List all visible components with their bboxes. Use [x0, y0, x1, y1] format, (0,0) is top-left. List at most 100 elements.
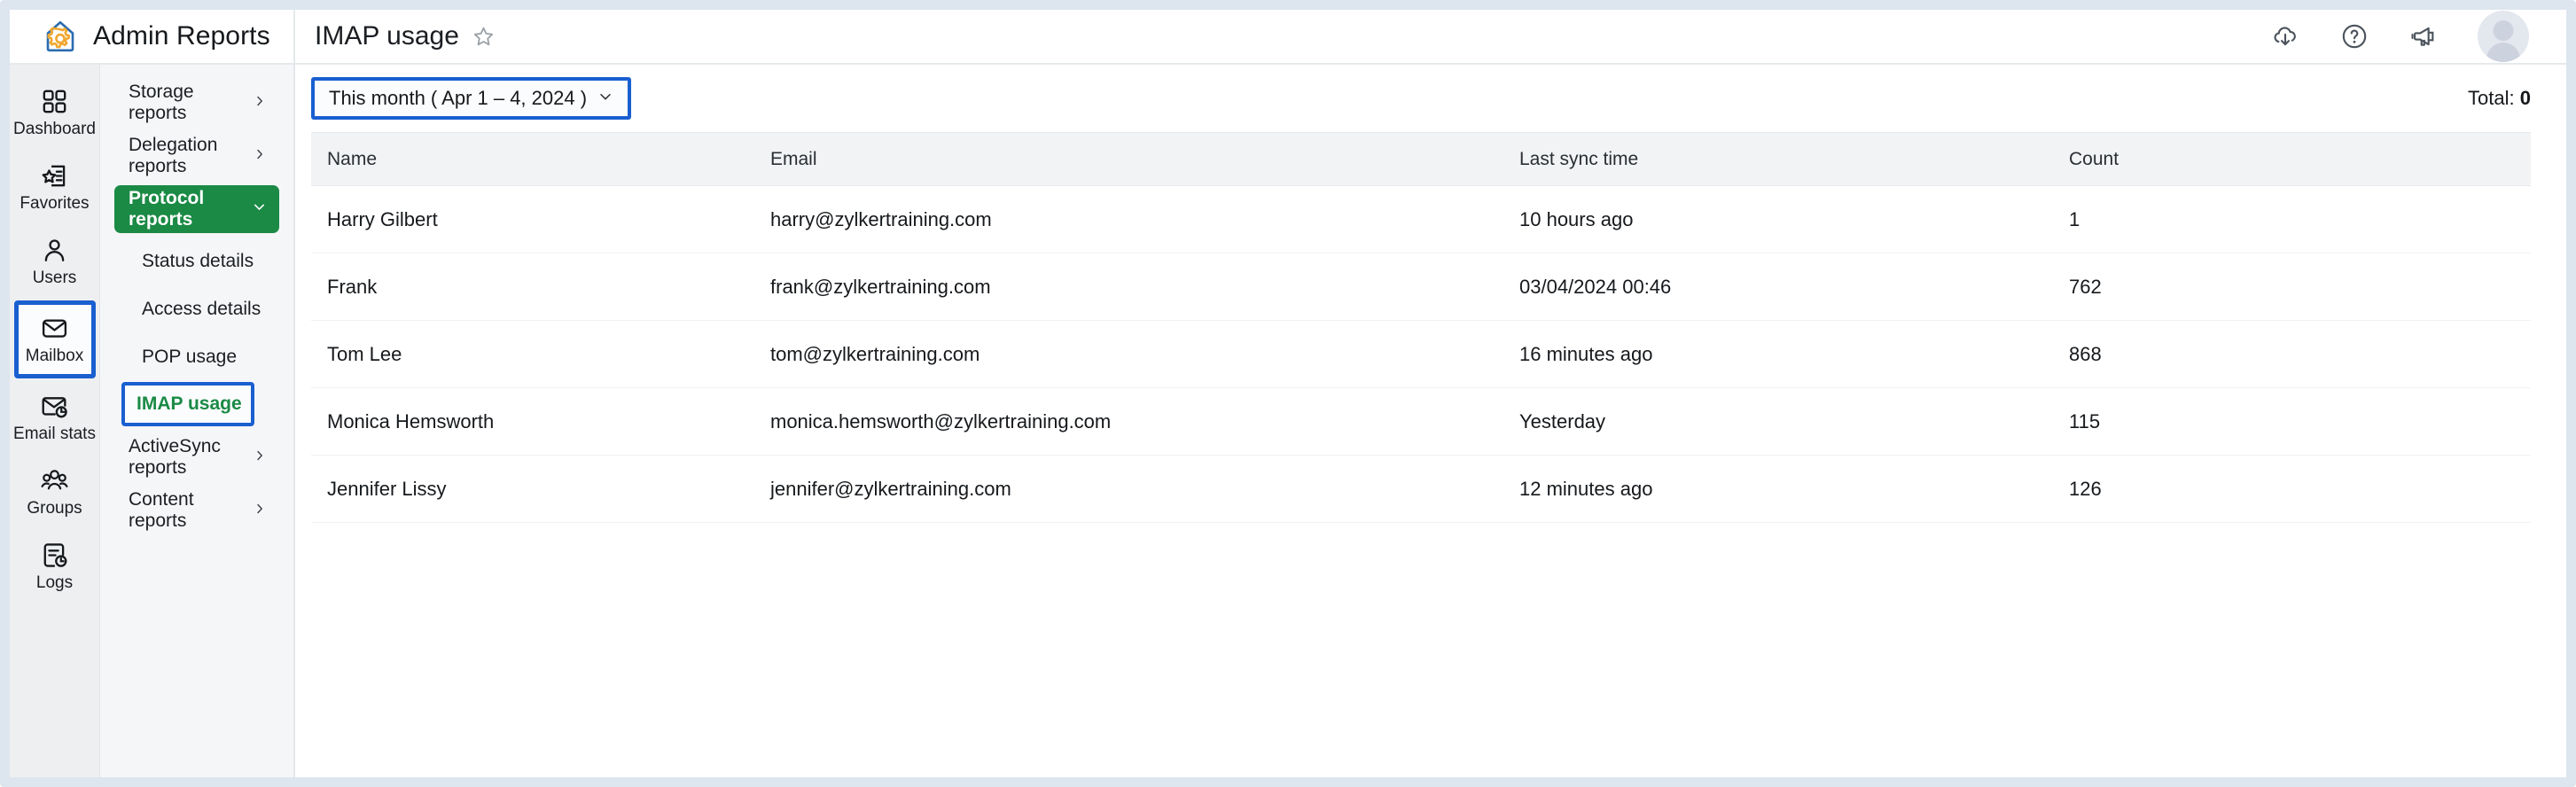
house-gear-logo-icon: [42, 18, 79, 55]
chevron-right-icon: [253, 500, 267, 521]
cell-name: Harry Gilbert: [311, 185, 754, 253]
cell-count: 115: [2053, 387, 2531, 456]
sidebar-item-label: Users: [32, 268, 77, 287]
cell-count: 126: [2053, 455, 2531, 523]
reports-nav: Storage reports Delegation reports Proto…: [100, 65, 295, 777]
cloud-download-icon[interactable]: [2270, 21, 2300, 51]
sidebar-item-label: Dashboard: [13, 119, 96, 138]
date-range-label: This month ( Apr 1 – 4, 2024 ): [329, 87, 588, 109]
column-header-email[interactable]: Email: [754, 132, 1503, 186]
cell-email: tom@zylkertraining.com: [754, 320, 1503, 388]
cell-count: 868: [2053, 320, 2531, 388]
nav-group-label: ActiveSync reports: [129, 436, 221, 478]
nav-item-access-details[interactable]: Access details: [114, 286, 279, 332]
sidebar-item-label: Logs: [35, 573, 74, 592]
icon-rail: Dashboard Favorites Users Mailbox Email …: [10, 65, 100, 777]
nav-group-label: Delegation reports: [129, 135, 218, 176]
sidebar-item-label: Mailbox: [25, 346, 84, 365]
sidebar-item-logs[interactable]: Logs: [14, 531, 96, 602]
nav-group-label: Content reports: [129, 489, 194, 531]
nav-group-content-reports[interactable]: Content reports: [114, 487, 279, 534]
browser-frame: Admin Reports IMAP usage Dashboard Favor…: [0, 0, 2576, 787]
column-header-count[interactable]: Count: [2053, 132, 2531, 186]
date-range-filter[interactable]: This month ( Apr 1 – 4, 2024 ): [311, 77, 632, 120]
table-row[interactable]: Harry Gilbert harry@zylkertraining.com 1…: [311, 185, 2531, 253]
sidebar-item-favorites[interactable]: Favorites: [14, 152, 96, 222]
user-icon: [40, 236, 69, 265]
chevron-right-icon: [253, 447, 267, 468]
envelope-icon: [40, 314, 69, 343]
page-title: IMAP usage: [315, 21, 459, 51]
table-header: Name Email Last sync time Count: [311, 132, 2531, 186]
cell-last-sync: Yesterday: [1503, 387, 2053, 456]
report-toolbar: This month ( Apr 1 – 4, 2024 ) Total: 0: [295, 65, 2566, 132]
imap-usage-table-wrap: Name Email Last sync time Count Harry Gi…: [295, 132, 2566, 523]
total-label: Total:: [2468, 87, 2515, 109]
top-bar-actions: [2270, 11, 2566, 62]
nav-group-activesync-reports[interactable]: ActiveSync reports: [114, 433, 279, 481]
cell-last-sync: 16 minutes ago: [1503, 320, 2053, 388]
cell-last-sync: 10 hours ago: [1503, 185, 2053, 253]
cell-email: frank@zylkertraining.com: [754, 253, 1503, 321]
cell-email: harry@zylkertraining.com: [754, 185, 1503, 253]
nav-item-pop-usage[interactable]: POP usage: [114, 334, 279, 380]
top-bar: Admin Reports IMAP usage: [10, 10, 2566, 65]
help-icon[interactable]: [2339, 21, 2369, 51]
cell-count: 762: [2053, 253, 2531, 321]
cell-count: 1: [2053, 185, 2531, 253]
table-row[interactable]: Tom Lee tom@zylkertraining.com 16 minute…: [311, 320, 2531, 388]
nav-item-label: Access details: [142, 299, 262, 319]
nav-item-label: IMAP usage: [137, 394, 242, 414]
announcement-icon[interactable]: [2408, 21, 2439, 51]
envelope-chart-icon: [40, 392, 69, 421]
imap-usage-table: Name Email Last sync time Count Harry Gi…: [311, 132, 2531, 523]
admin-reports-app: Admin Reports IMAP usage Dashboard Favor…: [10, 10, 2566, 777]
avatar[interactable]: [2478, 11, 2529, 62]
column-header-name[interactable]: Name: [311, 132, 754, 186]
total-value: 0: [2519, 87, 2531, 109]
star-outline-icon[interactable]: [472, 25, 496, 49]
nav-group-label: Storage reports: [129, 82, 194, 123]
cell-name: Frank: [311, 253, 754, 321]
table-row[interactable]: Monica Hemsworth monica.hemsworth@zylker…: [311, 387, 2531, 456]
star-doc-icon: [40, 161, 69, 191]
nav-group-protocol-reports[interactable]: Protocol reports: [114, 185, 279, 233]
nav-group-delegation-reports[interactable]: Delegation reports: [114, 132, 279, 180]
grid-icon: [40, 87, 69, 116]
table-header-row: Name Email Last sync time Count: [311, 132, 2531, 186]
total-count: Total: 0: [2468, 87, 2531, 110]
brand[interactable]: Admin Reports: [10, 10, 295, 63]
app-body: Dashboard Favorites Users Mailbox Email …: [10, 65, 2566, 777]
table-body: Harry Gilbert harry@zylkertraining.com 1…: [311, 185, 2531, 523]
main-content: This month ( Apr 1 – 4, 2024 ) Total: 0 …: [295, 65, 2566, 777]
sidebar-item-label: Groups: [27, 498, 82, 518]
groups-icon: [40, 466, 69, 495]
column-header-last-sync[interactable]: Last sync time: [1503, 132, 2053, 186]
chevron-down-icon: [252, 199, 267, 220]
chevron-right-icon: [253, 92, 267, 113]
cell-last-sync: 12 minutes ago: [1503, 455, 2053, 523]
page-header: IMAP usage: [295, 10, 2270, 63]
log-clock-icon: [40, 541, 69, 570]
brand-title: Admin Reports: [93, 21, 270, 51]
table-row[interactable]: Jennifer Lissy jennifer@zylkertraining.c…: [311, 455, 2531, 523]
nav-item-status-details[interactable]: Status details: [114, 238, 279, 284]
cell-name: Jennifer Lissy: [311, 455, 754, 523]
sidebar-item-users[interactable]: Users: [14, 226, 96, 297]
cell-email: monica.hemsworth@zylkertraining.com: [754, 387, 1503, 456]
sidebar-item-groups[interactable]: Groups: [14, 456, 96, 527]
sidebar-item-dashboard[interactable]: Dashboard: [13, 77, 96, 148]
table-row[interactable]: Frank frank@zylkertraining.com 03/04/202…: [311, 253, 2531, 321]
cell-name: Tom Lee: [311, 320, 754, 388]
cell-email: jennifer@zylkertraining.com: [754, 455, 1503, 523]
cell-last-sync: 03/04/2024 00:46: [1503, 253, 2053, 321]
chevron-down-icon: [597, 87, 613, 110]
nav-group-storage-reports[interactable]: Storage reports: [114, 79, 279, 127]
nav-item-label: POP usage: [142, 347, 238, 367]
nav-item-imap-usage[interactable]: IMAP usage: [121, 382, 254, 426]
chevron-right-icon: [253, 145, 267, 167]
sidebar-item-email-stats[interactable]: Email stats: [13, 382, 96, 453]
nav-item-label: Status details: [142, 251, 254, 271]
sidebar-item-mailbox[interactable]: Mailbox: [13, 300, 96, 378]
sidebar-item-label: Favorites: [20, 193, 90, 213]
